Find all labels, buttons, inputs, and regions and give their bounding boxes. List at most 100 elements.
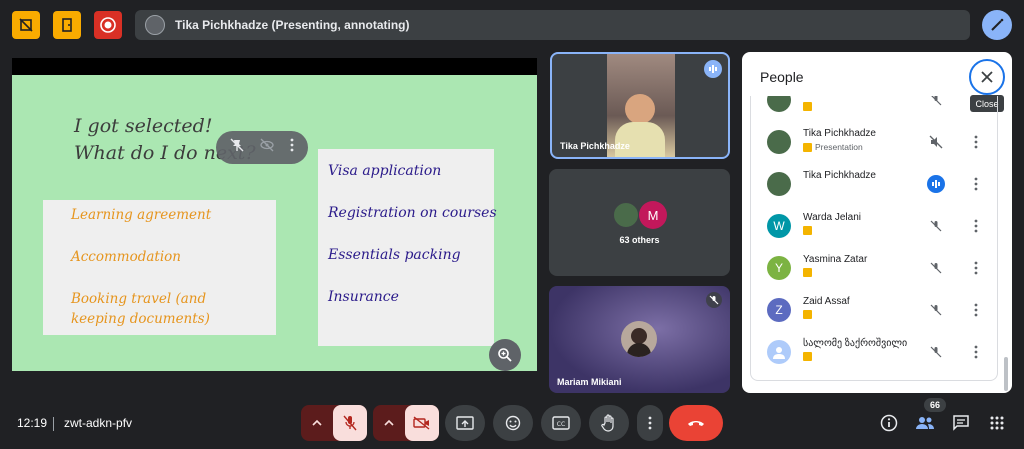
meeting-code: zwt-adkn-pfv: [64, 416, 133, 430]
participant-avatar-letter: W: [773, 219, 785, 233]
slide-item-insurance: Insurance: [328, 289, 399, 305]
camera-toggle-button[interactable]: [405, 405, 439, 441]
participant-name: სალომე ზაქროშვილი: [803, 338, 908, 349]
hide-tile-button[interactable]: [260, 138, 274, 157]
participant-more-button[interactable]: [971, 301, 981, 319]
participant-more-button[interactable]: [971, 175, 981, 193]
participant-tile-mariam[interactable]: Mariam Mikiani: [549, 286, 730, 393]
camera-options-button[interactable]: [373, 419, 405, 427]
mic-control-group: [301, 405, 367, 441]
participant-name: Warda Jelani: [803, 212, 861, 223]
row-status: [927, 96, 945, 109]
annotate-button[interactable]: [982, 10, 1012, 40]
zoom-in-icon: [498, 348, 512, 362]
row-status: [927, 259, 945, 277]
leave-room-button[interactable]: [53, 11, 81, 39]
mic-off-icon: [709, 295, 719, 305]
tile-more-button[interactable]: [290, 138, 294, 157]
zoom-button[interactable]: [489, 339, 521, 371]
panel-scrollbar[interactable]: [1004, 357, 1008, 391]
participant-tag: [803, 268, 812, 277]
slide-item-booking-travel: Booking travel (and: [71, 291, 207, 307]
presenter-figure: [625, 94, 655, 124]
record-icon: [100, 17, 116, 33]
list-item[interactable]: Tika Pichkhadze: [751, 164, 997, 206]
row-status: [927, 343, 945, 361]
mic-off-icon: [930, 220, 942, 232]
default-user-icon: [773, 347, 785, 359]
speaker-off-icon: [929, 135, 943, 149]
slide-item-essentials: Essentials packing: [328, 247, 461, 263]
people-panel: People Close Tika Pichkhadze Presentatio…: [742, 52, 1012, 393]
participant-tag: [803, 102, 812, 111]
list-item[interactable]: Z Zaid Assaf: [751, 290, 997, 332]
reactions-button[interactable]: [493, 405, 533, 441]
chat-button[interactable]: [948, 410, 974, 436]
captions-button[interactable]: CC: [541, 405, 581, 441]
participant-subtitle: Presentation: [803, 142, 863, 152]
audio-wave-icon: [709, 65, 717, 73]
list-item[interactable]: Y Yasmina Zatar: [751, 248, 997, 290]
list-item[interactable]: Tika Pichkhadze Presentation: [751, 122, 997, 164]
pen-off-button[interactable]: [12, 11, 40, 39]
participant-more-button[interactable]: [971, 343, 981, 361]
close-icon: [981, 71, 993, 83]
people-icon: [916, 417, 934, 429]
tile-overlay-controls: [216, 131, 308, 164]
activities-button[interactable]: [984, 410, 1010, 436]
mic-off-icon: [343, 415, 357, 431]
participant-avatar: [767, 96, 791, 112]
call-end-icon: [688, 421, 704, 426]
list-item[interactable]: W Warda Jelani: [751, 206, 997, 248]
record-button[interactable]: [94, 11, 122, 39]
mic-off-icon: [930, 262, 942, 274]
participant-avatar: W: [767, 214, 791, 238]
list-item[interactable]: [751, 96, 997, 122]
more-vert-icon: [974, 303, 978, 317]
more-vert-icon: [290, 138, 294, 152]
pen-off-icon: [19, 18, 33, 32]
present-screen-button[interactable]: [445, 405, 485, 441]
list-item[interactable]: სალომე ზაქროშვილი: [751, 332, 997, 374]
hand-icon: [601, 414, 614, 432]
others-count: 63 others: [619, 235, 660, 245]
participant-tag: [803, 226, 812, 235]
speaking-indicator: [704, 60, 722, 78]
close-panel-button[interactable]: [969, 59, 1005, 95]
panel-title: People: [760, 69, 804, 85]
tile-name-presenter: Tika Pichkhadze: [560, 141, 630, 151]
presentation-slide: I got selected! What do I do next? Learn…: [12, 75, 537, 371]
left-text-box: Learning agreement Accommodation Booking…: [43, 200, 276, 335]
more-vert-icon: [974, 219, 978, 233]
door-exit-icon: [62, 18, 72, 32]
participant-tile-presenter[interactable]: Tika Pichkhadze: [550, 52, 730, 159]
row-status: [927, 217, 945, 235]
chevron-up-icon: [384, 419, 394, 426]
mic-off-icon: [930, 346, 942, 358]
participant-name: Zaid Assaf: [803, 296, 850, 307]
participant-more-button[interactable]: [971, 259, 981, 277]
more-vert-icon: [974, 345, 978, 359]
slide-item-learning-agreement: Learning agreement: [71, 207, 212, 223]
participant-tile-others[interactable]: M 63 others: [549, 169, 730, 276]
participant-avatar: [767, 172, 791, 196]
unpin-button[interactable]: [230, 138, 244, 157]
bottom-divider: [53, 417, 54, 431]
mic-toggle-button[interactable]: [333, 405, 367, 441]
more-options-button[interactable]: [637, 405, 663, 441]
presentation-tag-icon: [803, 142, 812, 152]
right-text-box: Visa application Registration on courses…: [318, 149, 497, 346]
mic-off-icon: [931, 96, 942, 106]
participant-more-button[interactable]: [971, 217, 981, 235]
participant-more-button[interactable]: [971, 133, 981, 151]
leave-call-button[interactable]: [669, 405, 723, 441]
people-button[interactable]: [912, 410, 938, 436]
meeting-details-button[interactable]: [876, 410, 902, 436]
raise-hand-button[interactable]: [589, 405, 629, 441]
row-status: [927, 301, 945, 319]
info-icon: [880, 414, 898, 432]
mic-options-button[interactable]: [301, 419, 333, 427]
audio-wave-icon: [932, 180, 940, 188]
camera-off-icon: [413, 416, 430, 430]
closed-captions-icon: CC: [552, 416, 570, 430]
